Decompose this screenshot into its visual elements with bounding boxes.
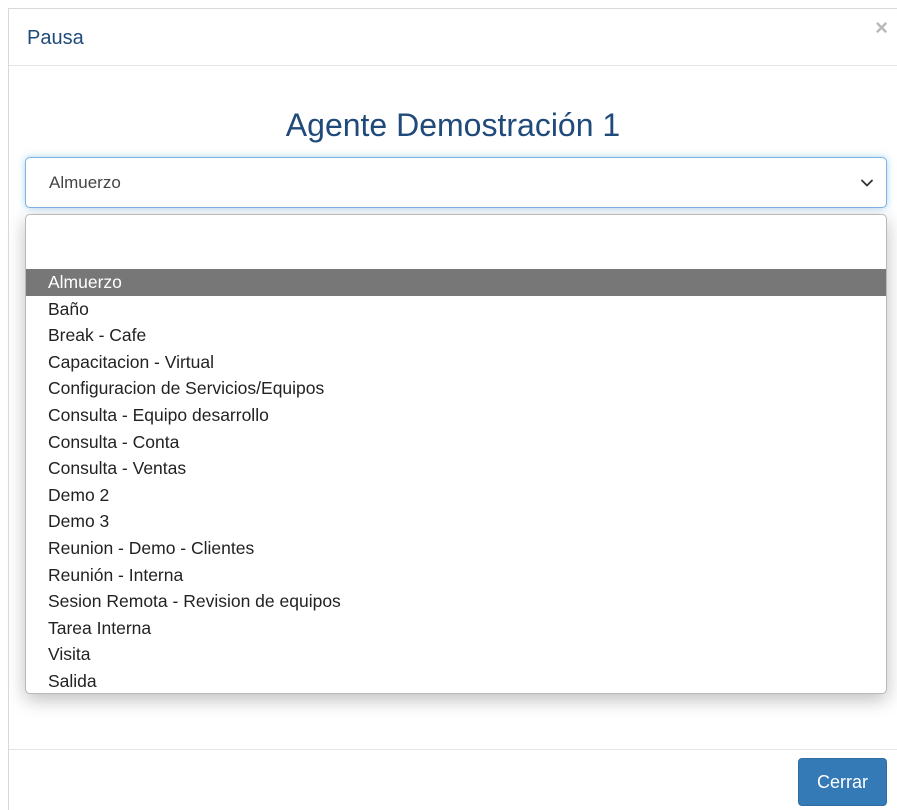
dropdown-option[interactable]: Baño — [26, 296, 886, 323]
dropdown-option[interactable]: Demo 2 — [26, 482, 886, 509]
dropdown-option[interactable]: Tarea Interna — [26, 615, 886, 642]
dropdown-option[interactable]: Demo 3 — [26, 508, 886, 535]
dropdown-option[interactable]: Capacitacion - Virtual — [26, 349, 886, 376]
close-icon[interactable]: × — [875, 17, 888, 39]
dropdown-option[interactable]: Consulta - Conta — [26, 429, 886, 456]
pause-modal: Pausa × Agente Demostración 1 Almuerzo A… — [8, 8, 897, 810]
dropdown-option[interactable]: Break - Cafe — [26, 322, 886, 349]
dropdown-option[interactable]: Visita — [26, 641, 886, 668]
dropdown-option[interactable]: Sesion Remota - Revision de equipos — [26, 588, 886, 615]
close-button[interactable]: Cerrar — [798, 758, 887, 806]
dropdown-option[interactable]: Consulta - Equipo desarrollo — [26, 402, 886, 429]
dropdown-option[interactable]: Reunión - Interna — [26, 562, 886, 589]
dropdown-option[interactable]: Consulta - Ventas — [26, 455, 886, 482]
pause-reason-select[interactable]: Almuerzo — [25, 157, 887, 208]
option-list: Almuerzo Baño Break - Cafe Capacitacion - V… — [26, 269, 886, 693]
dropdown-empty-space — [26, 215, 886, 269]
dropdown-option[interactable]: Almuerzo — [26, 269, 886, 296]
select-value: Almuerzo — [49, 173, 121, 192]
dropdown-option[interactable]: Configuracion de Servicios/Equipos — [26, 375, 886, 402]
dropdown-option[interactable]: Salida — [26, 668, 886, 693]
select-dropdown-list: Almuerzo Baño Break - Cafe Capacitacion - V… — [25, 214, 887, 694]
agent-name: Agente Demostración 1 — [285, 107, 621, 143]
dropdown-option[interactable]: Reunion - Demo - Clientes — [26, 535, 886, 562]
modal-footer: Cerrar — [9, 749, 897, 810]
chevron-down-icon — [861, 179, 873, 187]
modal-header: Pausa × — [9, 9, 897, 66]
modal-title: Pausa — [27, 27, 84, 49]
